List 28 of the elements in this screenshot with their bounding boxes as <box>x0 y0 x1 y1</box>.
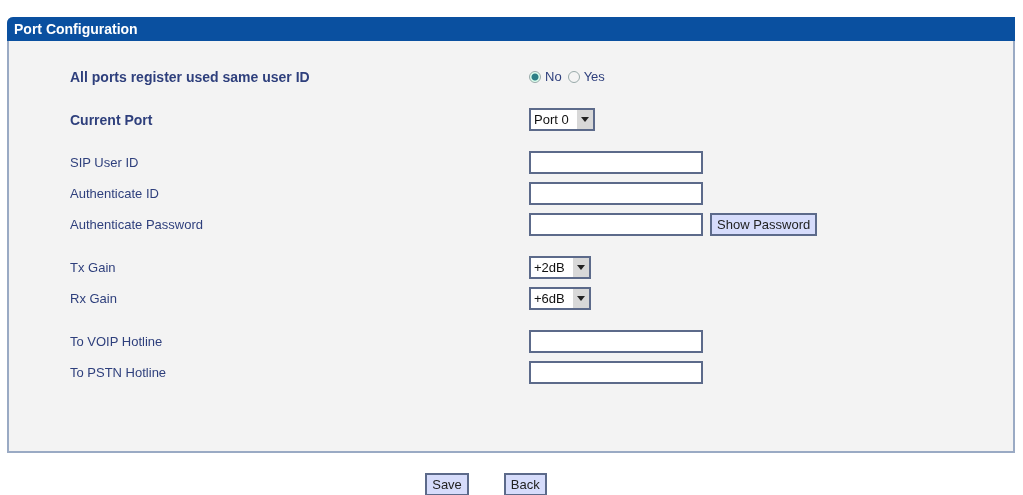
input-field[interactable] <box>529 151 703 174</box>
radio-option[interactable]: Yes <box>567 69 605 84</box>
caret-icon <box>576 296 585 301</box>
dropdown[interactable]: +6dB <box>529 287 591 310</box>
field-label: Current Port <box>70 111 154 128</box>
field-label: All ports register used same user ID <box>70 68 311 85</box>
field-label: Rx Gain <box>70 291 118 306</box>
field-label: To VOIP Hotline <box>70 334 164 349</box>
save-button[interactable]: Save <box>425 473 469 495</box>
caret-icon <box>580 117 589 122</box>
back-button[interactable]: Back <box>503 473 547 495</box>
input-field[interactable] <box>529 361 703 384</box>
radio-option[interactable]: No <box>529 69 562 84</box>
field-label: To PSTN Hotline <box>70 365 168 380</box>
radio-icon[interactable] <box>529 70 541 83</box>
caret-icon <box>576 265 585 270</box>
panel-title: Port Configuration <box>7 17 1015 41</box>
password-field[interactable] <box>529 213 703 236</box>
radio-icon[interactable] <box>567 70 580 83</box>
field-label: SIP User ID <box>70 155 140 170</box>
dropdown[interactable]: +2dB <box>529 256 591 279</box>
field-label: Tx Gain <box>70 260 117 275</box>
input-field[interactable] <box>529 330 703 353</box>
field-label: Authenticate Password <box>70 217 204 232</box>
field-label: Authenticate ID <box>70 186 160 201</box>
input-field[interactable] <box>529 182 703 205</box>
dropdown[interactable]: Port 0 <box>529 108 595 131</box>
show-password-button[interactable]: Show Password <box>710 213 818 236</box>
